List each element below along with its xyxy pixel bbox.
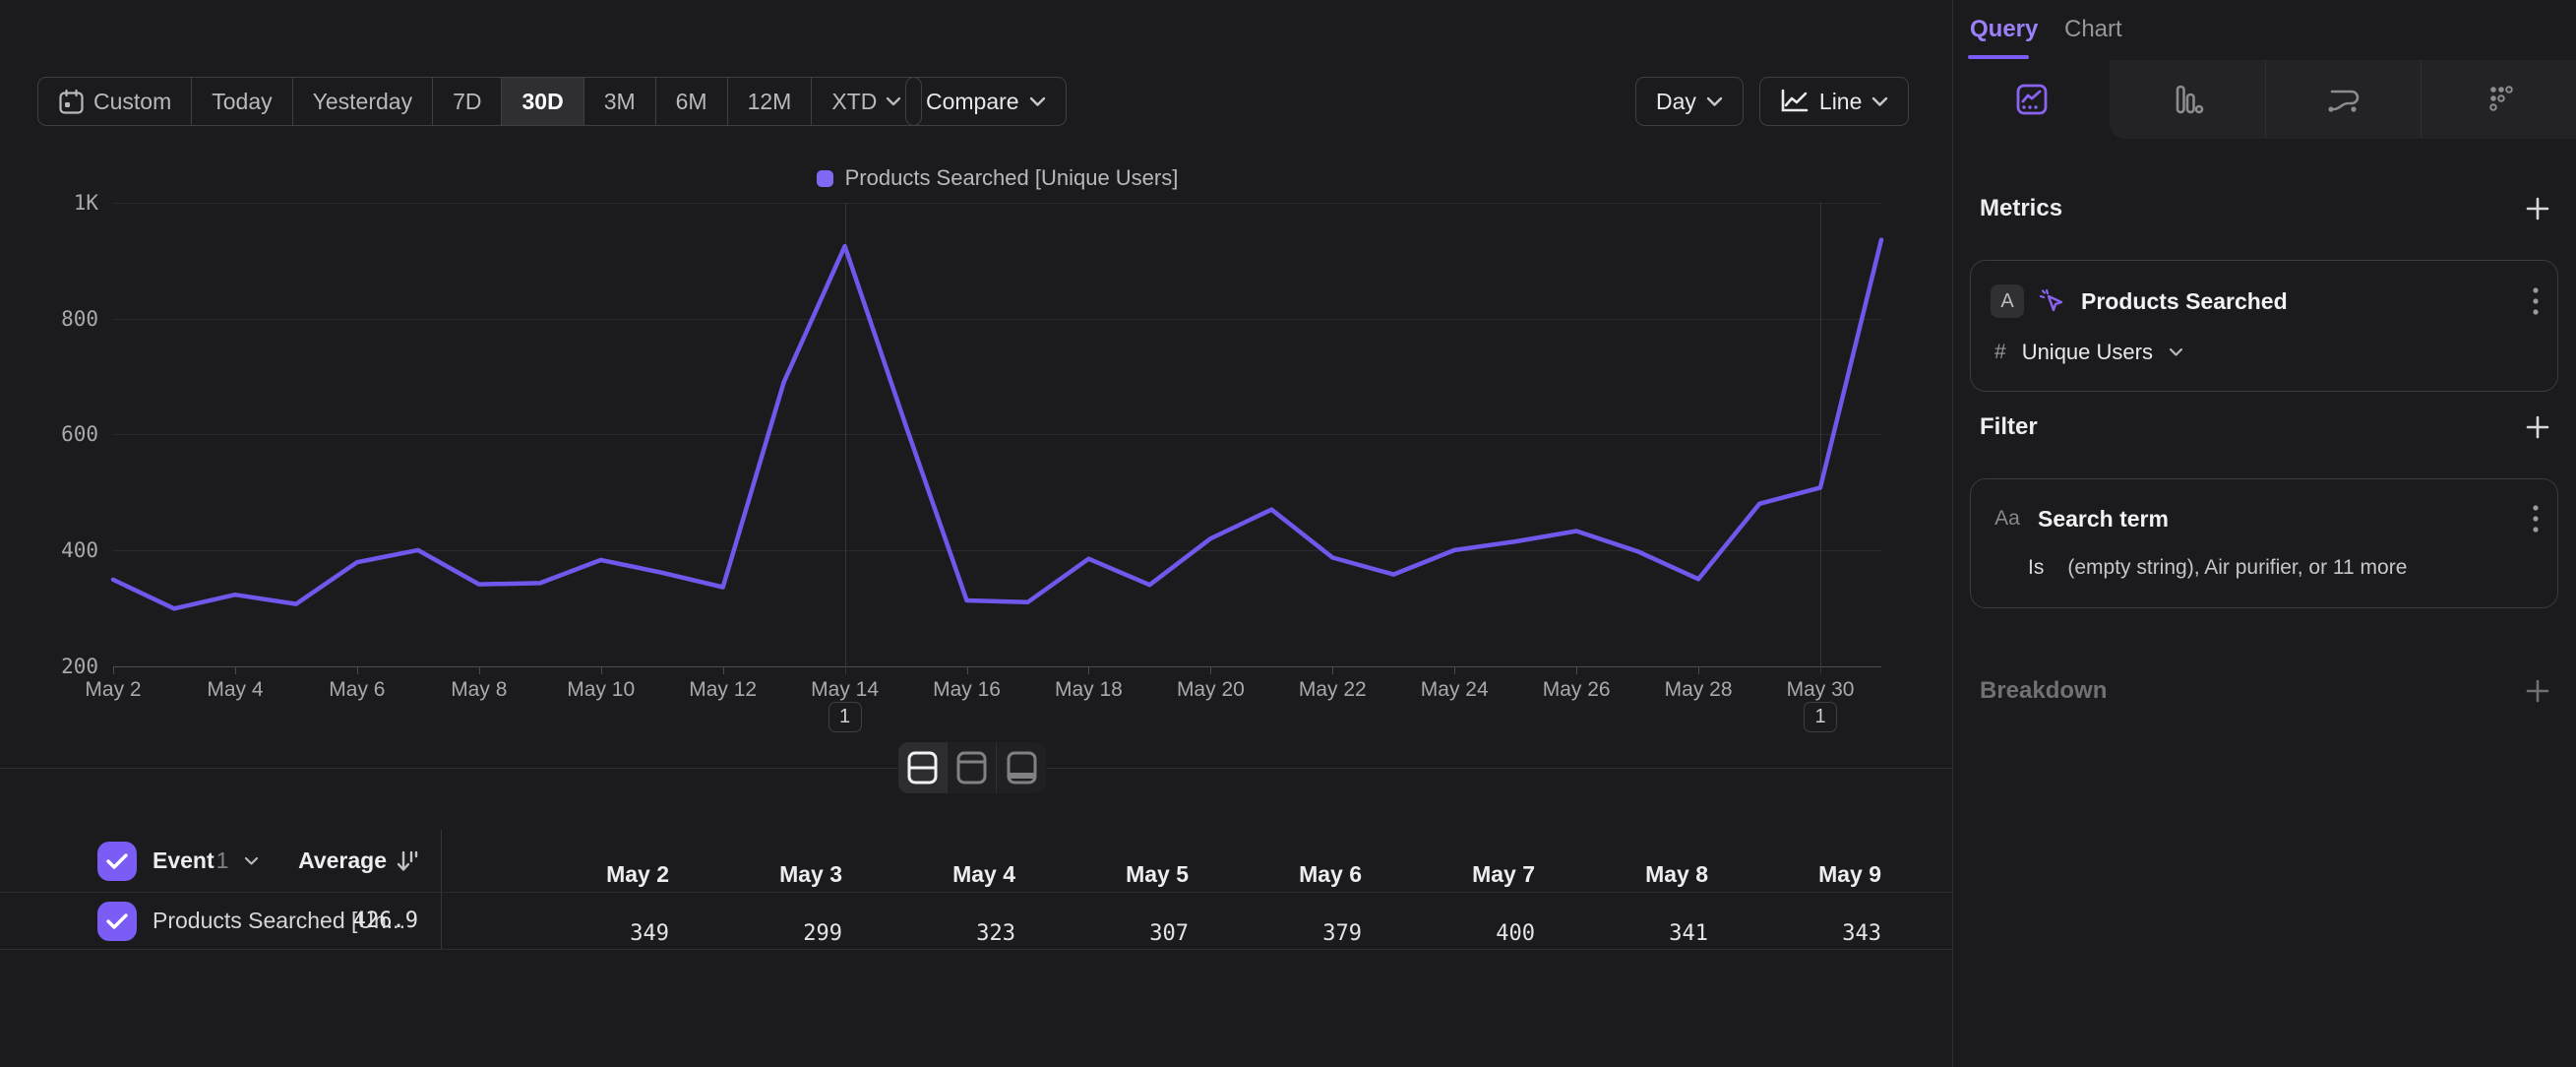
column-header-may-3: May 3 [685,861,842,888]
column-header-may-7: May 7 [1378,861,1535,888]
report-tab-retention[interactable] [2421,60,2576,139]
filter-card[interactable]: Aa Search term Is (empty string), Air pu… [1970,478,2558,608]
column-header-may-8: May 8 [1551,861,1708,888]
cell-value: 323 [858,921,1015,946]
kebab-menu-icon[interactable] [2532,285,2540,317]
cell-value: 349 [512,921,669,946]
chevron-down-icon[interactable] [244,856,259,866]
column-header-may-2: May 2 [512,861,669,888]
analytics-app: CustomTodayYesterday7D30D3M6M12MXTD Comp… [0,0,2576,1067]
cell-value: 400 [1378,921,1535,946]
query-sidebar: Query Chart Metrics [1954,0,2576,1067]
line-chart[interactable]: 2004006008001KMay 2May 4May 6May 8May 10… [0,0,1953,758]
layout-panel-bottom-button[interactable] [997,742,1046,793]
tab-query[interactable]: Query [1970,16,2038,43]
sort-descending-icon[interactable] [397,849,418,873]
funnels-icon [2170,82,2205,117]
breakdown-title: Breakdown [1980,677,2107,705]
report-tab-funnels[interactable] [2110,60,2265,139]
row-average-value: 426.9 [300,909,418,933]
cell-value: 341 [1551,921,1708,946]
series-line [0,0,1953,758]
event-header[interactable]: Event1 [153,847,228,874]
aggregation-selector[interactable]: Unique Users [2022,340,2153,365]
event-count: 1 [216,847,229,873]
filter-operator[interactable]: Is [2028,556,2044,580]
average-header[interactable]: Average [298,847,387,874]
select-all-checkbox[interactable] [97,842,137,881]
metrics-title: Metrics [1980,195,2062,222]
cell-value: 307 [1031,921,1189,946]
cell-value: 379 [1204,921,1362,946]
string-property-icon: Aa [1991,507,2024,531]
layout-switcher [898,742,1046,793]
retention-icon [2482,82,2517,117]
cell-value: 299 [685,921,842,946]
report-type-tabs [1954,60,2576,139]
table-header-row: Event1 Average May 2 May 3 May 4 May 5 May 6… [0,830,1953,893]
table-row[interactable]: Products Searched [Un... 426.9 349299323… [0,893,1953,950]
filter-property-name[interactable]: Search term [2038,506,2518,533]
cell-value: 343 [1724,921,1881,946]
column-header-may-9: May 9 [1724,861,1881,888]
layout-panel-top-button[interactable] [948,742,997,793]
tab-chart[interactable]: Chart [2064,16,2122,43]
metric-name[interactable]: Products Searched [2081,288,2518,315]
column-header-may-4: May 4 [858,861,1015,888]
flows-icon [2324,82,2363,117]
chevron-down-icon[interactable] [2169,347,2183,357]
kebab-menu-icon[interactable] [2532,503,2540,534]
report-tab-flows[interactable] [2265,60,2421,139]
column-header-may-6: May 6 [1204,861,1362,888]
column-header-may-5: May 5 [1031,861,1189,888]
metric-letter-badge: A [1991,284,2024,318]
report-tab-insights[interactable] [1954,60,2110,139]
filter-title: Filter [1980,413,2038,441]
main-panel: CustomTodayYesterday7D30D3M6M12MXTD Comp… [0,0,1953,1067]
add-breakdown-button[interactable] [2525,678,2550,704]
metrics-section-header: Metrics [1980,195,2550,222]
aggregation-type-icon: # [1994,341,2006,364]
insights-icon [2014,82,2050,117]
row-checkbox[interactable] [97,902,137,941]
metric-card[interactable]: A Products Searched # Unique Users [1970,260,2558,392]
filter-value[interactable]: (empty string), Air purifier, or 11 more [2067,556,2407,580]
add-filter-button[interactable] [2525,414,2550,440]
sidebar-tabs: Query Chart [1954,0,2576,60]
event-cursor-icon [2038,286,2067,316]
breakdown-section-header: Breakdown [1980,677,2550,705]
add-metric-button[interactable] [2525,196,2550,221]
layout-split-horizontal-button[interactable] [898,742,948,793]
active-tab-indicator [1968,55,2029,59]
data-table: Event1 Average May 2 May 3 May 4 May 5 May 6… [0,830,1953,950]
filter-section-header: Filter [1980,413,2550,441]
